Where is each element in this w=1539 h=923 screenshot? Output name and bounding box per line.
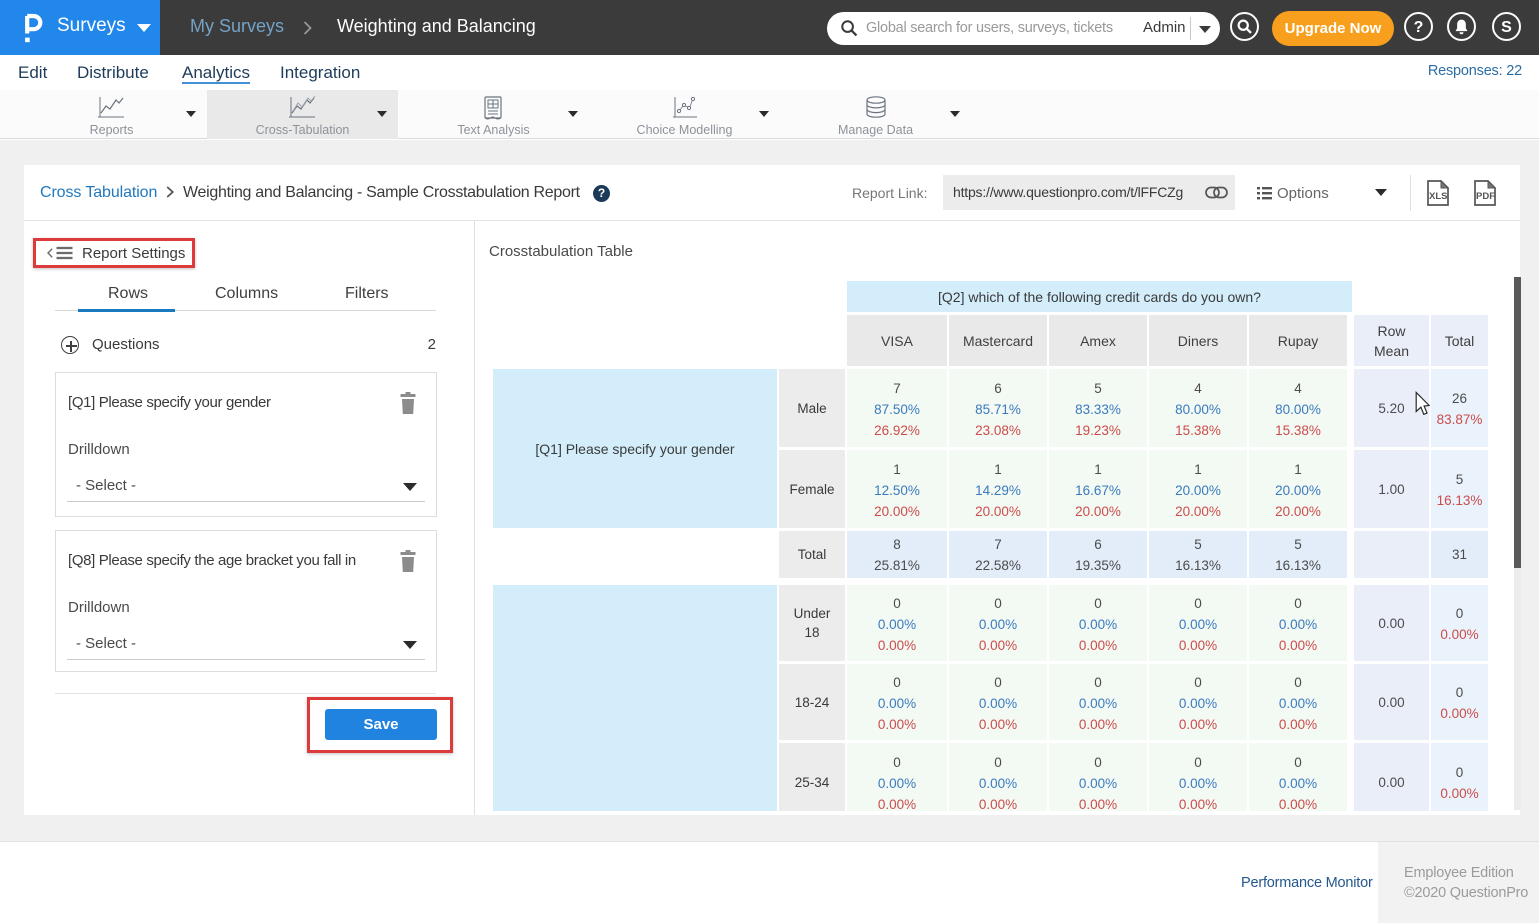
svg-text:XLS: XLS xyxy=(1429,191,1447,202)
svg-text:PDF: PDF xyxy=(1476,191,1495,202)
